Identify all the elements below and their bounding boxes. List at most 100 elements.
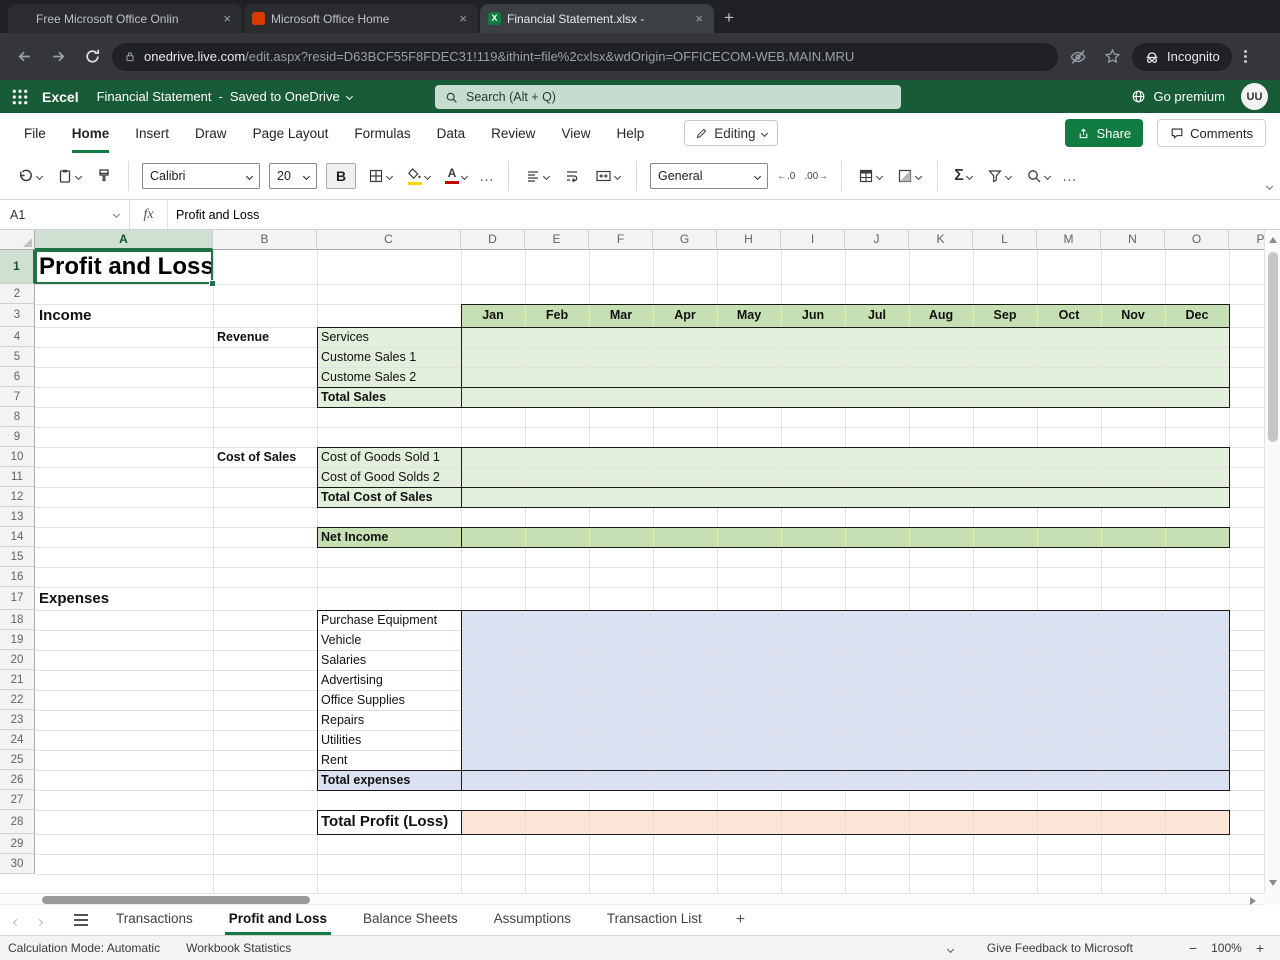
row-header-16[interactable]: 16 — [0, 567, 35, 587]
menu-review[interactable]: Review — [491, 113, 535, 153]
row-header-30[interactable]: 30 — [0, 854, 35, 874]
row-header-18[interactable]: 18 — [0, 610, 35, 630]
row-header-1[interactable]: 1 — [0, 250, 35, 284]
cell-C26[interactable]: Total expenses — [317, 770, 461, 790]
cell-B10[interactable]: Cost of Sales — [213, 447, 317, 467]
increase-decimal-button[interactable]: .00→ — [804, 171, 828, 182]
fill-color-button[interactable] — [404, 165, 433, 188]
row-header-13[interactable]: 13 — [0, 507, 35, 527]
cell-A1[interactable]: Profit and Loss — [35, 250, 214, 284]
row-header-8[interactable]: 8 — [0, 407, 35, 427]
sheet-nav-right-icon[interactable] — [33, 913, 46, 928]
menu-insert[interactable]: Insert — [135, 113, 169, 153]
chevron-down-icon[interactable] — [345, 92, 353, 101]
scroll-up-icon[interactable] — [1269, 237, 1277, 243]
cell-I3[interactable]: Jun — [781, 304, 845, 327]
bookmark-star-icon[interactable] — [1098, 43, 1126, 71]
cell-C20[interactable]: Salaries — [317, 650, 461, 670]
row-header-7[interactable]: 7 — [0, 387, 35, 407]
forward-icon[interactable] — [44, 43, 72, 71]
column-header-C[interactable]: C — [317, 230, 461, 250]
font-size-select[interactable]: 20 — [269, 163, 317, 189]
column-header-E[interactable]: E — [525, 230, 589, 250]
row-header-6[interactable]: 6 — [0, 367, 35, 387]
menu-page-layout[interactable]: Page Layout — [253, 113, 329, 153]
column-header-B[interactable]: B — [213, 230, 317, 250]
cell-C14[interactable]: Net Income — [317, 527, 461, 547]
editing-mode-dropdown[interactable]: Editing — [684, 120, 778, 146]
column-header-I[interactable]: I — [781, 230, 845, 250]
document-title[interactable]: Financial Statement — [97, 89, 212, 104]
password-eye-off-icon[interactable] — [1064, 43, 1092, 71]
cell-A17[interactable]: Expenses — [35, 587, 213, 610]
search-input[interactable]: Search (Alt + Q) — [435, 85, 901, 109]
cell-E3[interactable]: Feb — [525, 304, 589, 327]
save-status[interactable]: Saved to OneDrive — [230, 89, 340, 104]
column-header-A[interactable]: A — [35, 230, 213, 250]
cell-B4[interactable]: Revenue — [213, 327, 317, 347]
cell-C12[interactable]: Total Cost of Sales — [317, 487, 461, 507]
column-header-H[interactable]: H — [717, 230, 781, 250]
tab-close-icon[interactable]: × — [692, 11, 706, 26]
cell-C19[interactable]: Vehicle — [317, 630, 461, 650]
sheet-tab-transaction-list[interactable]: Transaction List — [603, 905, 706, 935]
go-premium-button[interactable]: Go premium — [1131, 89, 1225, 104]
cell-C18[interactable]: Purchase Equipment — [317, 610, 461, 630]
menu-home[interactable]: Home — [71, 113, 110, 153]
cell-C6[interactable]: Custome Sales 2 — [317, 367, 461, 387]
cell-C24[interactable]: Utilities — [317, 730, 461, 750]
cell-C11[interactable]: Cost of Good Solds 2 — [317, 467, 461, 487]
add-sheet-button[interactable]: + — [736, 911, 745, 929]
column-header-G[interactable]: G — [653, 230, 717, 250]
row-header-17[interactable]: 17 — [0, 587, 35, 610]
cell-L3[interactable]: Sep — [973, 304, 1037, 327]
browser-tab-office-home[interactable]: Microsoft Office Home × — [244, 4, 478, 33]
cell-C5[interactable]: Custome Sales 1 — [317, 347, 461, 367]
autosum-button[interactable]: Σ — [951, 164, 975, 188]
cell-C10[interactable]: Cost of Goods Sold 1 — [317, 447, 461, 467]
decrease-decimal-button[interactable]: ←.0 — [777, 171, 795, 182]
row-header-12[interactable]: 12 — [0, 487, 35, 507]
cell-J3[interactable]: Jul — [845, 304, 909, 327]
sort-filter-button[interactable] — [984, 165, 1014, 187]
cell-C22[interactable]: Office Supplies — [317, 690, 461, 710]
url-omnibox[interactable]: onedrive.live.com/edit.aspx?resid=D63BCF… — [112, 42, 1058, 71]
column-header-D[interactable]: D — [461, 230, 525, 250]
tab-close-icon[interactable]: × — [220, 11, 234, 26]
name-box[interactable]: A1 — [0, 200, 130, 229]
column-header-P[interactable]: P — [1229, 230, 1264, 250]
zoom-out-button[interactable]: − — [1181, 940, 1205, 956]
row-header-2[interactable]: 2 — [0, 284, 35, 304]
row-header-22[interactable]: 22 — [0, 690, 35, 710]
font-color-button[interactable]: A — [442, 165, 470, 187]
find-button[interactable] — [1023, 165, 1053, 187]
cell-N3[interactable]: Nov — [1101, 304, 1165, 327]
new-tab-button[interactable]: + — [724, 8, 734, 28]
comments-button[interactable]: Comments — [1157, 119, 1266, 147]
font-overflow-button[interactable]: … — [479, 168, 495, 185]
vertical-scroll-thumb[interactable] — [1268, 252, 1278, 442]
row-header-4[interactable]: 4 — [0, 327, 35, 347]
row-header-9[interactable]: 9 — [0, 427, 35, 447]
row-header-15[interactable]: 15 — [0, 547, 35, 567]
row-header-19[interactable]: 19 — [0, 630, 35, 650]
row-header-24[interactable]: 24 — [0, 730, 35, 750]
row-header-21[interactable]: 21 — [0, 670, 35, 690]
column-header-L[interactable]: L — [973, 230, 1037, 250]
cell-O3[interactable]: Dec — [1165, 304, 1229, 327]
cell-C25[interactable]: Rent — [317, 750, 461, 770]
share-button[interactable]: Share — [1065, 119, 1144, 147]
cell-C21[interactable]: Advertising — [317, 670, 461, 690]
back-icon[interactable] — [10, 43, 38, 71]
feedback-link[interactable]: Give Feedback to Microsoft — [987, 941, 1133, 955]
paste-button[interactable] — [54, 165, 84, 187]
row-header-29[interactable]: 29 — [0, 834, 35, 854]
menu-data[interactable]: Data — [437, 113, 466, 153]
scroll-down-icon[interactable] — [1269, 880, 1277, 886]
cell-C7[interactable]: Total Sales — [317, 387, 461, 407]
sheet-tab-transactions[interactable]: Transactions — [112, 905, 197, 935]
cell-H3[interactable]: May — [717, 304, 781, 327]
cell-K3[interactable]: Aug — [909, 304, 973, 327]
account-avatar[interactable]: UU — [1241, 83, 1268, 110]
browser-menu-icon[interactable] — [1238, 50, 1253, 63]
